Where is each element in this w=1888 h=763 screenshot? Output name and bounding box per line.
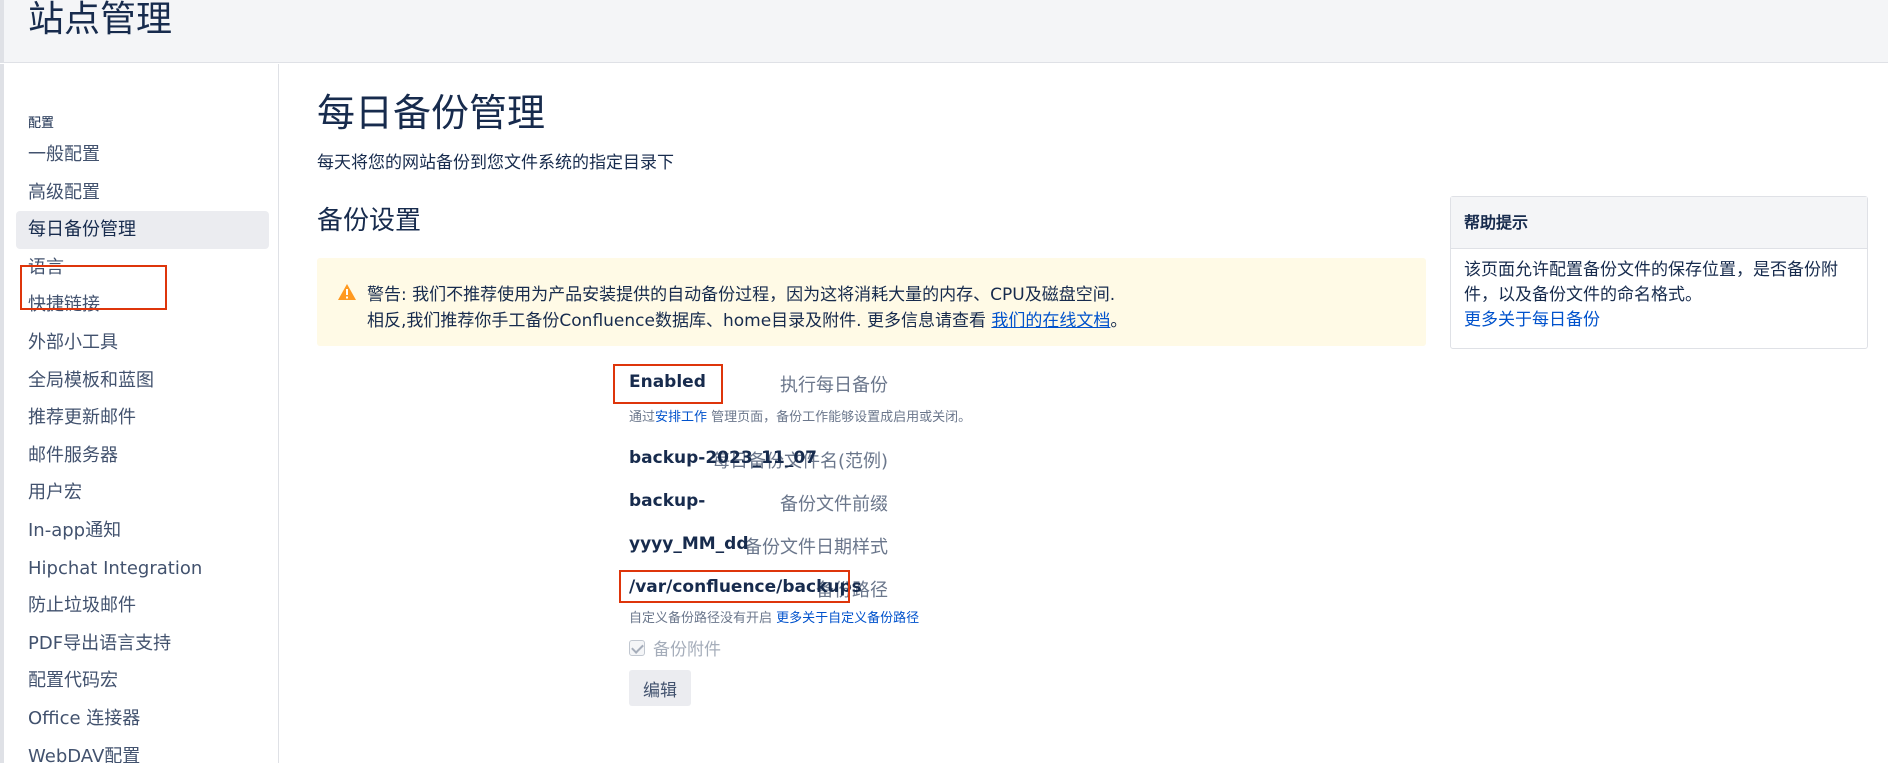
warning-text-line2-prefix: 相反,我们推荐你手工备份Confluence数据库、home目录及附件. 更多信… xyxy=(367,311,992,331)
page-description: 每天将您的网站备份到您文件系统的指定目录下 xyxy=(317,153,674,173)
sidebar-item-external-gadgets[interactable]: 外部小工具 xyxy=(4,324,279,362)
edit-button[interactable]: 编辑 xyxy=(629,670,691,706)
sidebar-item-pdf-export-language[interactable]: PDF导出语言支持 xyxy=(4,625,279,663)
daily-backup-more-link[interactable]: 更多关于每日备份 xyxy=(1464,308,1854,333)
warning-text-line1: 警告: 我们不推荐使用为产品安装提供的自动备份过程，因为这将消耗大量的内存、CP… xyxy=(367,285,1116,305)
online-docs-link[interactable]: 我们的在线文档 xyxy=(991,311,1110,331)
schedule-hint: 通过安排工作 管理页面，备份工作能够设置成启用或关闭。 xyxy=(629,406,971,425)
sidebar-item-advanced-config[interactable]: 高级配置 xyxy=(4,174,279,212)
sidebar-item-user-macros[interactable]: 用户宏 xyxy=(4,474,279,512)
scheduled-jobs-link[interactable]: 安排工作 xyxy=(655,410,707,425)
backup-attachments-row: 备份附件 xyxy=(629,635,721,660)
main-content: 每日备份管理 每天将您的网站备份到您文件系统的指定目录下 备份设置 警告: 我们… xyxy=(280,64,1888,763)
warning-icon xyxy=(338,284,356,300)
top-header: 站点管理 xyxy=(0,0,1888,63)
daily-backup-label: 执行每日备份 xyxy=(780,375,888,396)
help-panel: 帮助提示 该页面允许配置备份文件的保存位置，是否备份附件，以及备份文件的命名格式… xyxy=(1450,196,1868,349)
page: 站点管理 配置 一般配置 高级配置 每日备份管理 语言 快捷链接 外部小工具 全… xyxy=(0,0,1888,763)
section-title-backup-settings: 备份设置 xyxy=(317,206,422,236)
schedule-hint-prefix: 通过 xyxy=(629,410,656,425)
help-panel-title: 帮助提示 xyxy=(1451,197,1867,249)
filename-value: backup-2023_11_07 xyxy=(629,448,817,468)
sidebar-item-daily-backup[interactable]: 每日备份管理 xyxy=(16,211,269,249)
warning-text-line2-suffix: 。 xyxy=(1110,311,1128,331)
sidebar-item-mail-servers[interactable]: 邮件服务器 xyxy=(4,437,279,475)
warning-banner: 警告: 我们不推荐使用为产品安装提供的自动备份过程，因为这将消耗大量的内存、CP… xyxy=(317,258,1426,346)
path-hint-prefix: 自定义备份路径没有开启 xyxy=(629,611,777,626)
sidebar-item-spam-prevention[interactable]: 防止垃圾邮件 xyxy=(4,587,279,625)
sidebar-item-global-templates[interactable]: 全局模板和蓝图 xyxy=(4,362,279,400)
backup-attachments-checkbox[interactable] xyxy=(629,639,645,656)
page-title: 每日备份管理 xyxy=(317,91,546,135)
backup-path-value: /var/confluence/backups xyxy=(629,577,862,597)
help-panel-body: 该页面允许配置备份文件的保存位置，是否备份附件，以及备份文件的命名格式。 更多关… xyxy=(1451,249,1867,342)
sidebar-item-office-connector[interactable]: Office 连接器 xyxy=(4,700,279,738)
sidebar-item-webdav-config[interactable]: WebDAV配置 xyxy=(4,738,279,763)
help-panel-text: 该页面允许配置备份文件的保存位置，是否备份附件，以及备份文件的命名格式。 xyxy=(1464,260,1838,305)
sidebar-item-general-config[interactable]: 一般配置 xyxy=(4,136,279,174)
site-admin-title: 站点管理 xyxy=(28,0,173,40)
prefix-value: backup- xyxy=(629,491,706,511)
schedule-hint-suffix: 管理页面，备份工作能够设置成启用或关闭。 xyxy=(707,410,972,425)
sidebar-item-in-app-notifications[interactable]: In-app通知 xyxy=(4,512,279,550)
sidebar-nav: 一般配置 高级配置 每日备份管理 语言 快捷链接 外部小工具 全局模板和蓝图 推… xyxy=(4,136,279,763)
warning-text-line2: 相反,我们推荐你手工备份Confluence数据库、home目录及附件. 更多信… xyxy=(367,306,1127,331)
sidebar-item-shortcut-links[interactable]: 快捷链接 xyxy=(4,286,279,324)
path-hint: 自定义备份路径没有开启 更多关于自定义备份路径 xyxy=(629,607,919,626)
daily-backup-value: Enabled xyxy=(629,372,706,392)
custom-backup-path-link[interactable]: 更多关于自定义备份路径 xyxy=(776,611,919,626)
sidebar: 配置 一般配置 高级配置 每日备份管理 语言 快捷链接 外部小工具 全局模板和蓝… xyxy=(0,64,279,763)
sidebar-section-label: 配置 xyxy=(28,116,55,131)
sidebar-item-hipchat-integration[interactable]: Hipchat Integration xyxy=(4,550,279,588)
prefix-label: 备份文件前缀 xyxy=(780,494,888,515)
sidebar-item-language[interactable]: 语言 xyxy=(4,249,279,287)
sidebar-item-recommended-updates-email[interactable]: 推荐更新邮件 xyxy=(4,399,279,437)
backup-attachments-label: 备份附件 xyxy=(653,640,721,660)
date-format-value: yyyy_MM_dd xyxy=(629,534,749,554)
sidebar-item-code-macro[interactable]: 配置代码宏 xyxy=(4,662,279,700)
